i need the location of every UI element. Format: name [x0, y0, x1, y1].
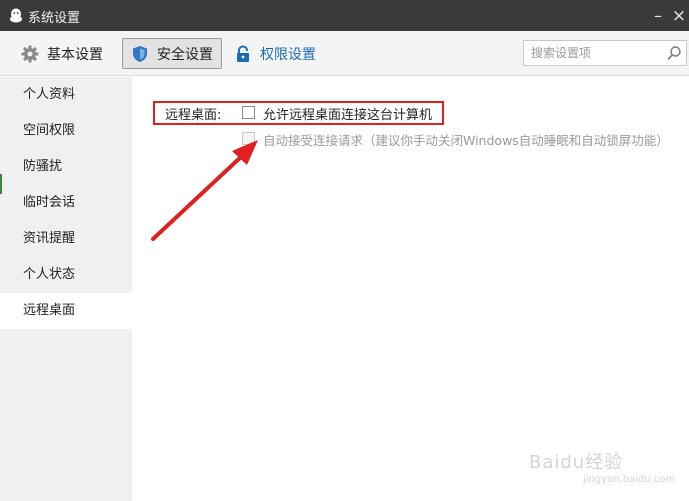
tab-security-settings[interactable]: 安全设置 [122, 38, 222, 69]
search-box [523, 40, 687, 66]
auto-accept-label: 自动接受连接请求（建议你手动关闭Windows自动睡眠和自动锁屏功能） [263, 133, 669, 148]
title-bar: 系统设置 – × [0, 0, 689, 31]
allow-remote-label[interactable]: 允许远程桌面连接这台计算机 [263, 104, 432, 123]
tab-permission-settings[interactable]: 权限设置 [226, 38, 324, 69]
sidebar-edge-marker [0, 174, 2, 194]
allow-remote-checkbox[interactable] [242, 106, 255, 119]
sidebar-item-temp-chat[interactable]: 临时会话 [0, 185, 132, 221]
sidebar-item-anti-harassment[interactable]: 防骚扰 [0, 149, 132, 185]
sidebar-item-space-permission[interactable]: 空间权限 [0, 113, 132, 149]
tab-basic-settings[interactable]: 基本设置 [13, 38, 111, 69]
minimize-button[interactable]: – [647, 5, 669, 27]
sidebar-item-remote-desktop[interactable]: 远程桌面 [0, 293, 132, 329]
search-input[interactable] [524, 41, 654, 65]
sidebar-item-profile[interactable]: 个人资料 [0, 77, 132, 113]
toolbar: 基本设置 安全设置 权限设置 [0, 31, 689, 76]
remote-desktop-section-label: 远程桌面: [165, 108, 222, 123]
lock-icon [237, 44, 249, 62]
sidebar-item-news-reminder[interactable]: 资讯提醒 [0, 221, 132, 257]
penguin-logo-icon [10, 8, 22, 23]
watermark-url: jingyan.baidu.com [583, 474, 676, 485]
sidebar-item-personal-status[interactable]: 个人状态 [0, 257, 132, 293]
auto-accept-checkbox [242, 132, 255, 145]
close-button[interactable]: × [668, 5, 689, 27]
watermark-logo: Baidu经验 [529, 452, 624, 473]
gear-icon [21, 45, 39, 62]
sidebar: 个人资料 空间权限 防骚扰 临时会话 资讯提醒 个人状态 远程桌面 [0, 77, 132, 501]
shield-icon [133, 45, 147, 62]
tab-permission-settings-label: 权限设置 [260, 46, 316, 63]
tab-security-settings-label: 安全设置 [157, 46, 213, 63]
search-icon[interactable] [666, 45, 682, 61]
tab-basic-settings-label: 基本设置 [47, 46, 103, 63]
window-title: 系统设置 [28, 11, 81, 26]
